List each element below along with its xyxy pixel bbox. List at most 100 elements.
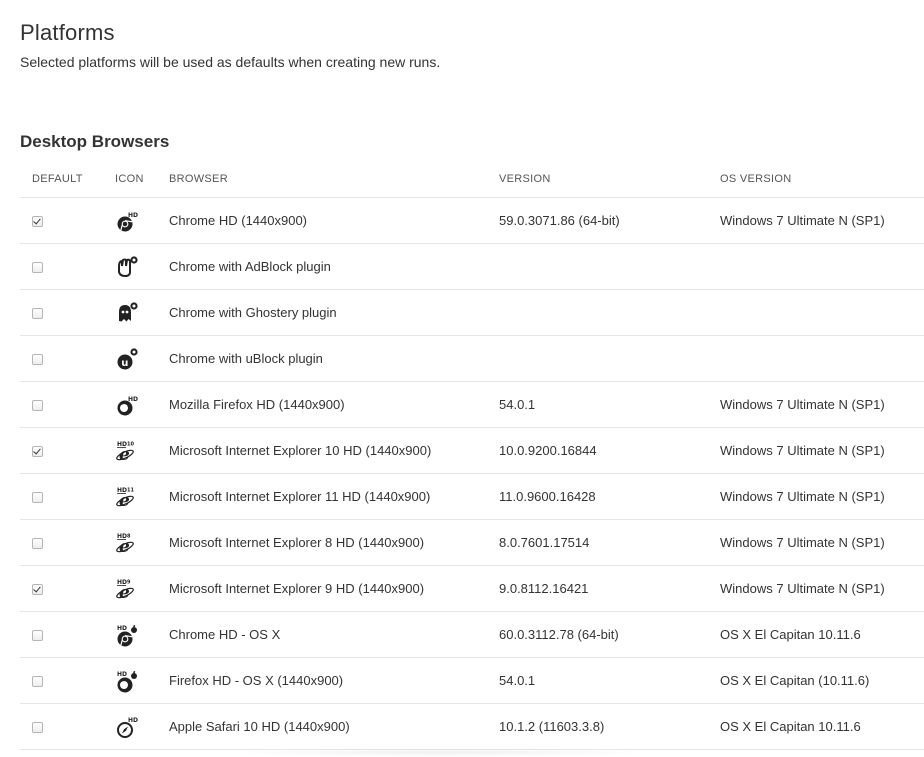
table-header: DEFAULT ICON BROWSER VERSION OS VERSION [20, 160, 924, 198]
icon-cell: HD 9 e [115, 565, 169, 612]
browser-name: Chrome with AdBlock plugin [169, 243, 499, 290]
icon-cell: HD [115, 703, 169, 750]
header-icon: ICON [115, 160, 169, 198]
svg-text:HD: HD [128, 396, 138, 403]
table-row: HD Firefox HD - OS X (1440x900) 54.0.1 OS X… [20, 657, 924, 704]
icon-cell [115, 243, 169, 290]
table-row: HD 11 e Microsoft Internet Explorer 11 HD (… [20, 473, 924, 520]
default-checkbox[interactable] [32, 216, 43, 228]
table-header-row: DEFAULT ICON BROWSER VERSION OS VERSION [20, 160, 924, 198]
browser-version: 10.0.9200.16844 [499, 427, 720, 474]
browser-version: 59.0.3071.86 (64-bit) [499, 197, 720, 244]
desktop-browsers-table: DEFAULT ICON BROWSER VERSION OS VERSION … [20, 160, 924, 750]
icon-cell: HD [115, 657, 169, 704]
browser-name: Microsoft Internet Explorer 8 HD (1440x9… [169, 519, 499, 566]
header-os-version: OS VERSION [720, 160, 924, 198]
browser-version [499, 243, 720, 290]
adblock-hand-icon [115, 255, 139, 279]
browser-name: Microsoft Internet Explorer 9 HD (1440x9… [169, 565, 499, 612]
table-row: HD Chrome HD - OS X 60.0.3112.78 (64-bit) O… [20, 611, 924, 658]
icon-cell: HD 8 e [115, 519, 169, 566]
browser-name: Chrome with Ghostery plugin [169, 289, 499, 336]
svg-text:HD: HD [117, 625, 127, 632]
os-version: Windows 7 Ultimate N (SP1) [720, 565, 924, 612]
ublock-u-icon: u [115, 347, 139, 371]
browser-name: Chrome HD - OS X [169, 611, 499, 658]
browser-name: Mozilla Firefox HD (1440x900) [169, 381, 499, 428]
os-version: Windows 7 Ultimate N (SP1) [720, 473, 924, 520]
ghostery-ghost-icon [115, 301, 139, 325]
os-version [720, 243, 924, 290]
default-cell [20, 381, 115, 428]
svg-text:u: u [121, 358, 128, 369]
os-version: OS X El Capitan 10.11.6 [720, 703, 924, 750]
default-cell [20, 243, 115, 290]
browser-version [499, 335, 720, 382]
default-cell [20, 335, 115, 382]
default-checkbox[interactable] [32, 354, 43, 366]
browser-name: Chrome with uBlock plugin [169, 335, 499, 382]
default-cell [20, 703, 115, 750]
table-row: Chrome with Ghostery plugin [20, 289, 924, 336]
svg-text:HD: HD [117, 671, 127, 678]
default-checkbox[interactable] [32, 492, 43, 504]
os-version: Windows 7 Ultimate N (SP1) [720, 519, 924, 566]
default-checkbox[interactable] [32, 538, 43, 550]
browser-name: Firefox HD - OS X (1440x900) [169, 657, 499, 704]
default-cell [20, 197, 115, 244]
default-checkbox[interactable] [32, 400, 43, 412]
default-checkbox[interactable] [32, 446, 43, 458]
chrome-hd-osx-icon: HD [115, 623, 139, 647]
default-checkbox[interactable] [32, 584, 43, 596]
firefox-hd-osx-icon: HD [115, 669, 139, 693]
icon-cell: HD [115, 381, 169, 428]
table-row: HD Apple Safari 10 HD (1440x900) 10.1.2 (1… [20, 703, 924, 750]
icon-cell: u [115, 335, 169, 382]
browser-version: 54.0.1 [499, 381, 720, 428]
table-row: HD 10 e Microsoft Internet Explorer 10 HD (… [20, 427, 924, 474]
svg-text:HD: HD [128, 717, 138, 724]
browser-name: Microsoft Internet Explorer 11 HD (1440x… [169, 473, 499, 520]
default-checkbox[interactable] [32, 676, 43, 688]
os-version: Windows 7 Ultimate N (SP1) [720, 427, 924, 474]
table-row: HD Mozilla Firefox HD (1440x900) 54.0.1 Win… [20, 381, 924, 428]
os-version: Windows 7 Ultimate N (SP1) [720, 381, 924, 428]
os-version [720, 289, 924, 336]
icon-cell [115, 289, 169, 336]
table-row: HD 9 e Microsoft Internet Explorer 9 HD (14… [20, 565, 924, 612]
svg-text:HD: HD [128, 212, 138, 219]
browser-version: 10.1.2 (11603.3.8) [499, 703, 720, 750]
firefox-hd-icon: HD [115, 393, 139, 417]
scroll-shadow [230, 748, 650, 757]
default-cell [20, 565, 115, 612]
browser-version: 9.0.8112.16421 [499, 565, 720, 612]
ie8-hd-icon: HD 8 e [115, 531, 139, 555]
default-cell [20, 611, 115, 658]
browser-version: 60.0.3112.78 (64-bit) [499, 611, 720, 658]
chrome-hd-icon: HD [115, 209, 139, 233]
icon-cell: HD [115, 197, 169, 244]
icon-cell: HD [115, 611, 169, 658]
default-cell [20, 473, 115, 520]
default-checkbox[interactable] [32, 722, 43, 734]
section-title-desktop-browsers: Desktop Browsers [20, 132, 170, 151]
table-row: u Chrome with uBlock plugin [20, 335, 924, 382]
browser-version: 11.0.9600.16428 [499, 473, 720, 520]
table-row: HD Chrome HD (1440x900) 59.0.3071.86 (64-b… [20, 197, 924, 244]
browser-name: Chrome HD (1440x900) [169, 197, 499, 244]
default-checkbox[interactable] [32, 308, 43, 320]
table-row: HD 8 e Microsoft Internet Explorer 8 HD (14… [20, 519, 924, 566]
browser-name: Microsoft Internet Explorer 10 HD (1440x… [169, 427, 499, 474]
page-subtitle: Selected platforms will be used as defau… [20, 54, 441, 70]
browser-name: Apple Safari 10 HD (1440x900) [169, 703, 499, 750]
table-body: HD Chrome HD (1440x900) 59.0.3071.86 (64-b… [20, 197, 924, 750]
os-version: OS X El Capitan (10.11.6) [720, 657, 924, 704]
ie10-hd-icon: HD 10 e [115, 439, 139, 463]
ie9-hd-icon: HD 9 e [115, 577, 139, 601]
platforms-page: Platforms Selected platforms will be use… [0, 0, 924, 757]
default-cell [20, 427, 115, 474]
browser-version: 54.0.1 [499, 657, 720, 704]
os-version [720, 335, 924, 382]
default-checkbox[interactable] [32, 262, 43, 274]
default-checkbox[interactable] [32, 630, 43, 642]
